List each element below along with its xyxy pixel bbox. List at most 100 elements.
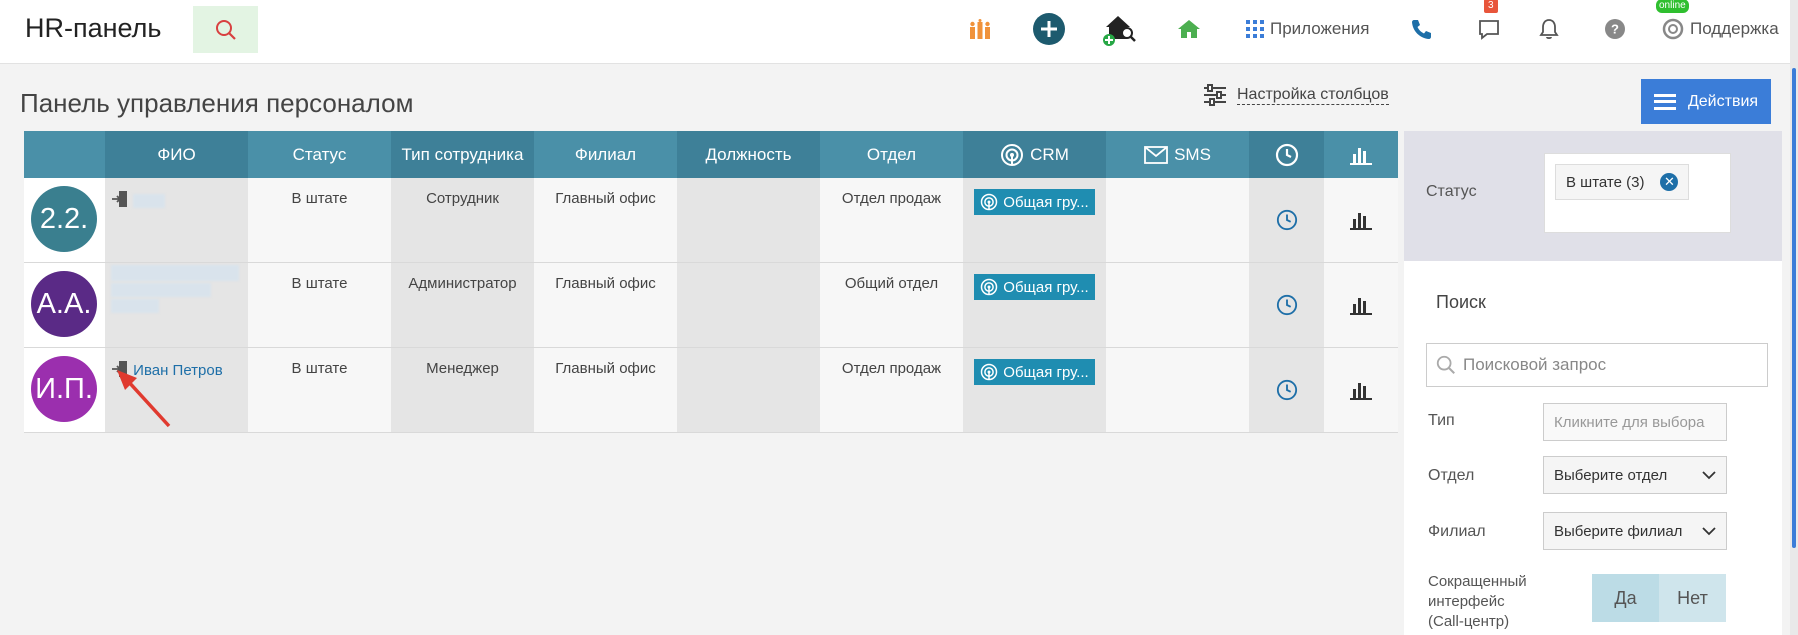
branch-cell: Главный офис — [534, 263, 677, 347]
column-header-type[interactable]: Тип сотрудника — [391, 131, 534, 178]
bar-chart-icon[interactable] — [1350, 380, 1372, 400]
search-icon — [1436, 355, 1455, 374]
app-title[interactable]: HR-панель — [25, 13, 161, 44]
table-row[interactable]: А.А. В штате Администратор Главный офис … — [24, 263, 1398, 348]
column-header-crm[interactable]: CRM — [963, 131, 1106, 178]
broadcast-icon — [981, 363, 998, 381]
stats-cell — [1324, 178, 1398, 262]
clock-icon[interactable] — [1276, 294, 1298, 316]
table-row[interactable]: 2.2. В штате Сотрудник Главный офис Отде… — [24, 178, 1398, 263]
org-structure-button[interactable] — [968, 11, 992, 47]
search-input[interactable]: Поисковой запрос — [1426, 343, 1768, 387]
column-header-fio[interactable]: ФИО — [105, 131, 248, 178]
search-icon — [215, 19, 236, 40]
annotation-arrow — [117, 370, 171, 428]
actions-label: Действия — [1687, 92, 1759, 110]
type-cell: Администратор — [391, 263, 534, 347]
short-ui-label: Сокращенный интерфейс (Call-центр) — [1428, 572, 1527, 632]
bell-icon — [1539, 19, 1559, 40]
broadcast-icon — [981, 193, 998, 211]
top-bar: HR-панель Приложения 3 ? online Поддержк… — [0, 0, 1790, 64]
home-button[interactable] — [1176, 11, 1202, 47]
type-filter-label: Тип — [1428, 412, 1455, 429]
position-cell — [677, 348, 820, 432]
status-filter: Статус В штате (3) ✕ — [1404, 131, 1782, 261]
department-select[interactable]: Выберите отдел — [1543, 456, 1727, 494]
crm-group-label: Общая гру... — [1003, 278, 1089, 296]
lifebuoy-icon — [1662, 18, 1684, 40]
crm-cell: Общая гру... — [963, 348, 1106, 432]
help-button[interactable]: ? — [1604, 11, 1626, 47]
crm-group-tag[interactable]: Общая гру... — [974, 359, 1095, 385]
search-section-title: Поиск — [1436, 292, 1486, 312]
page-scrollbar[interactable] — [1790, 0, 1798, 635]
column-header-position[interactable]: Должность — [677, 131, 820, 178]
bar-chart-icon[interactable] — [1350, 295, 1372, 315]
crm-cell: Общая гру... — [963, 178, 1106, 262]
chevron-down-icon — [1702, 527, 1716, 536]
broadcast-icon — [1001, 143, 1024, 166]
column-header-sms[interactable]: SMS — [1106, 131, 1249, 178]
redacted-name — [111, 283, 211, 297]
history-cell — [1249, 348, 1324, 432]
login-icon[interactable] — [111, 190, 129, 208]
column-settings-link[interactable]: Настройка столбцов — [1203, 84, 1389, 106]
fio-cell — [105, 263, 248, 347]
messages-button[interactable]: 3 — [1478, 0, 1500, 47]
search-button[interactable] — [193, 6, 258, 53]
bar-chart-icon[interactable] — [1350, 210, 1372, 230]
type-select[interactable]: Кликните для выбора — [1543, 403, 1727, 441]
department-filter-label: Отдел — [1428, 467, 1475, 484]
history-cell — [1249, 263, 1324, 347]
employees-table: ФИО Статус Тип сотрудника Филиал Должнос… — [24, 131, 1398, 433]
avatar[interactable]: 2.2. — [31, 186, 97, 252]
property-search-button[interactable] — [1100, 11, 1142, 47]
avatar[interactable]: А.А. — [31, 271, 97, 337]
column-header-status[interactable]: Статус — [248, 131, 391, 178]
support-button[interactable]: online Поддержка — [1656, 0, 1779, 47]
phone-button[interactable] — [1410, 11, 1432, 47]
table-row[interactable]: И.П. Иван Петров В штате Менеджер Главны… — [24, 348, 1398, 433]
clock-icon — [1275, 143, 1298, 166]
column-settings-label: Настройка столбцов — [1237, 85, 1389, 105]
sms-cell — [1106, 178, 1249, 262]
actions-button[interactable]: Действия — [1641, 79, 1771, 124]
avatar[interactable]: И.П. — [31, 356, 97, 422]
crm-group-tag[interactable]: Общая гру... — [974, 274, 1095, 300]
type-cell: Сотрудник — [391, 178, 534, 262]
column-header-stats[interactable] — [1324, 131, 1398, 178]
branch-select[interactable]: Выберите филиал — [1543, 512, 1727, 550]
short-ui-label-line: интерфейс — [1428, 593, 1505, 610]
clock-icon[interactable] — [1276, 209, 1298, 231]
notifications-button[interactable] — [1538, 11, 1560, 47]
status-chip-area[interactable]: В штате (3) ✕ — [1544, 153, 1731, 233]
envelope-icon — [1144, 145, 1168, 164]
clock-icon[interactable] — [1276, 379, 1298, 401]
toggle-yes[interactable]: Да — [1592, 574, 1659, 622]
status-filter-label: Статус — [1426, 183, 1477, 200]
crm-group-label: Общая гру... — [1003, 193, 1089, 211]
home-icon — [1178, 20, 1200, 38]
svg-text:?: ? — [1611, 22, 1619, 37]
add-button[interactable] — [1032, 11, 1066, 47]
broadcast-icon — [981, 278, 998, 296]
house-search-icon — [1103, 16, 1136, 46]
phone-icon — [1412, 20, 1431, 39]
short-ui-toggle[interactable]: Да Нет — [1592, 574, 1726, 622]
crm-cell: Общая гру... — [963, 263, 1106, 347]
column-header-department[interactable]: Отдел — [820, 131, 963, 178]
bar-chart-icon — [1350, 147, 1372, 165]
remove-chip-icon[interactable]: ✕ — [1660, 173, 1679, 191]
apps-menu[interactable]: Приложения — [1246, 11, 1369, 47]
column-header-branch[interactable]: Филиал — [534, 131, 677, 178]
scrollbar-thumb[interactable] — [1792, 68, 1796, 548]
table-header: ФИО Статус Тип сотрудника Филиал Должнос… — [24, 131, 1398, 178]
column-header-history[interactable] — [1249, 131, 1324, 178]
crm-group-tag[interactable]: Общая гру... — [974, 189, 1095, 215]
redacted-name — [111, 299, 159, 313]
toggle-no[interactable]: Нет — [1659, 574, 1726, 622]
department-cell: Отдел продаж — [820, 348, 963, 432]
apps-label: Приложения — [1270, 19, 1370, 38]
support-label: Поддержка — [1690, 19, 1779, 38]
avatar-cell: И.П. — [24, 348, 105, 432]
